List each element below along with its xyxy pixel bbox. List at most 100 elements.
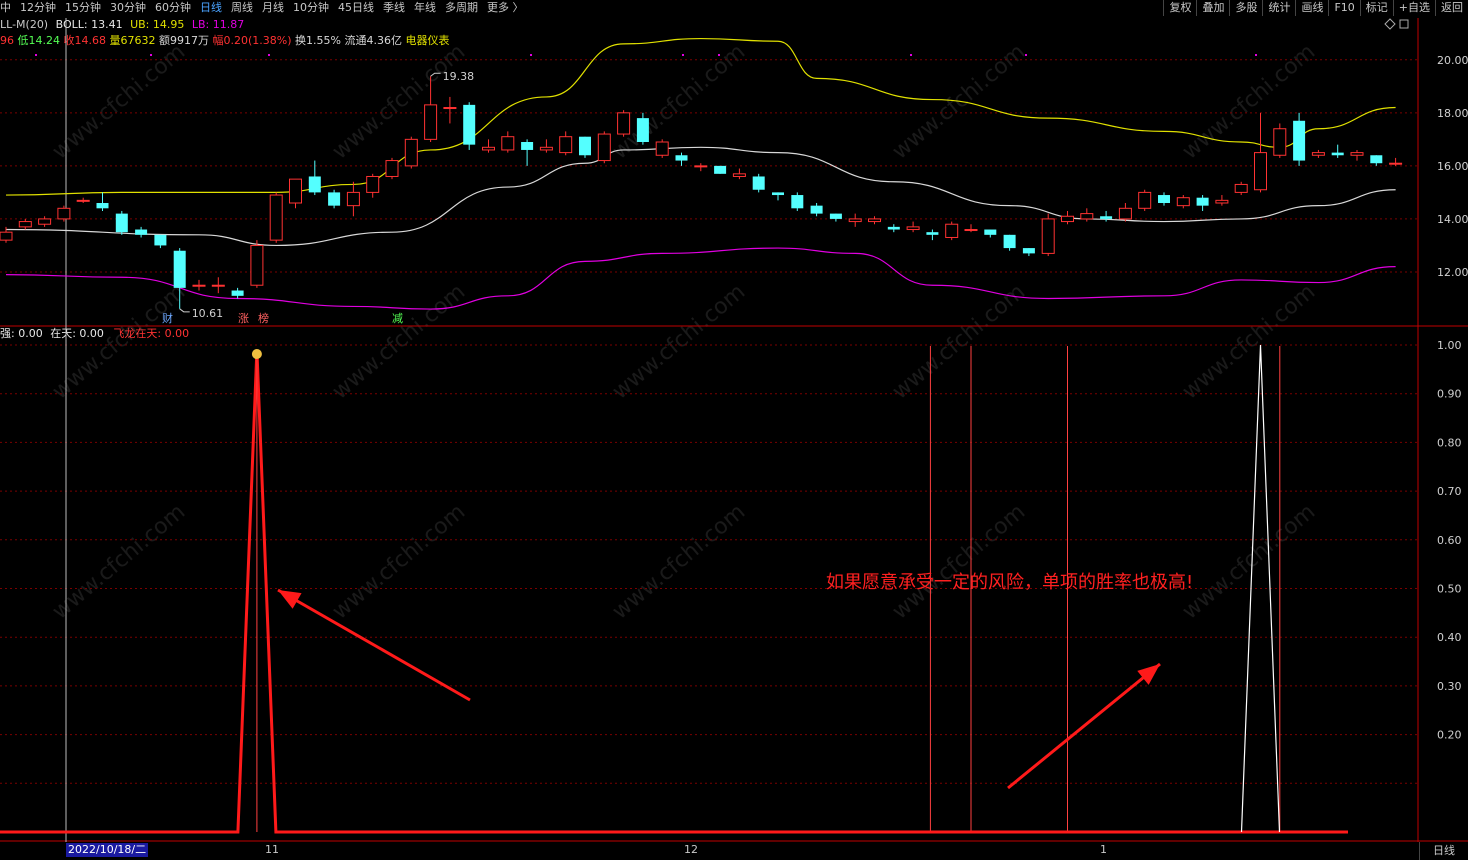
candle-body-up [482,146,495,151]
axis-labels: 20.00 18.00 16.00 14.00 12.00 1.00 0.90 0.80 0.7… [1437,54,1468,742]
candle-body-up [38,218,52,225]
price-tick-label: 18.00 [1437,107,1468,120]
candle-body-up [192,284,206,287]
candle-body-down [810,205,823,214]
low-pointer [179,308,190,313]
candle-body-up [1254,152,1267,191]
arrow-left-head [278,590,302,609]
candle-body-up [559,136,573,154]
candle-body-down [791,195,804,209]
candle-body-up [1138,191,1152,209]
event-dot [682,54,684,56]
candle-body-up [906,226,920,231]
indicator-tick-label: 0.60 [1437,534,1462,547]
candle-body-up [1273,128,1287,156]
candle-body-up [366,175,380,193]
candle-body-down [636,118,649,142]
watermark-layer: www.cfchi.com www.cfchi.com www.cfchi.com w… [48,39,1320,624]
candle-body-down [463,104,476,145]
indicator-tick-label: 0.50 [1437,583,1462,596]
candle-body-up [1215,199,1229,204]
candle-body-up [1389,162,1403,165]
candle-body-down [752,176,765,190]
event-dot [718,54,720,56]
candle-body-up [732,173,746,177]
candle-body-up [424,104,438,140]
candle-body-up [694,165,708,168]
price-tick-label: 16.00 [1437,160,1468,173]
candle-body-down [135,229,148,235]
candle-body-up [76,199,90,202]
watermark-text: www.cfchi.com [888,279,1030,404]
grid-layer [0,59,1418,784]
candle-body-up [1311,152,1325,156]
event-dot [1025,54,1027,56]
high-label: 19.38 [443,70,475,83]
candle-body-down [231,290,244,296]
candle-body-down [772,192,784,196]
indicator-tick-label: 0.70 [1437,485,1462,498]
candle-body-down [1158,195,1170,203]
arrow-right [1007,662,1161,790]
candle-body-down [521,142,534,150]
candle-body-down [1003,234,1016,249]
event-tag-cai: 财 [162,311,173,325]
candle-body-up [1080,213,1094,220]
candle-body-up [1176,197,1190,207]
square-icon [1399,19,1409,29]
indicator-tick-label: 0.20 [1437,729,1462,742]
candle-body-up [269,194,283,241]
candle-body-up [597,133,611,162]
candle-body-up [945,223,959,238]
candle-body-down [984,229,997,235]
event-dot [150,54,152,56]
candle-body-up [964,229,978,232]
watermark-text: www.cfchi.com [608,39,750,164]
watermark-text: www.cfchi.com [608,279,750,404]
candle-body-up [848,218,862,223]
arrow-right-head [1137,664,1160,685]
candle-body-up [1350,152,1364,156]
period-switch-button[interactable]: 日线 [1419,842,1468,860]
event-tag-bang: 榜 [258,311,269,325]
price-tick-label: 12.00 [1437,266,1468,279]
candle-body-up [346,191,360,207]
watermark-text: www.cfchi.com [1178,499,1320,624]
candle-body-down [714,165,727,174]
candle-body-up [1118,207,1132,220]
watermark-text: www.cfchi.com [888,39,1030,164]
candle-body-up [655,141,669,156]
candle-body-down [96,203,109,209]
x-label-jan: 1 [1100,843,1107,856]
candle-body-up [868,218,881,223]
candle-body-up [250,244,264,286]
kline-chart[interactable]: www.cfchi.com www.cfchi.com www.cfchi.com w… [0,0,1468,860]
watermark-text: www.cfchi.com [48,499,190,624]
boll-mid-line [5,146,1396,247]
low-label: 10.61 [192,307,224,320]
candle-body-up [211,284,225,287]
candle-body-down [1100,216,1113,219]
event-dot [35,54,37,56]
candle-body-up [57,207,71,220]
watermark-text: www.cfchi.com [888,499,1030,624]
candle-body-down [1331,152,1344,156]
cursor-date: 2022/10/18/二 [66,843,149,857]
event-dot [268,54,270,56]
diamond-icon [1384,18,1396,30]
candle-body-up [501,136,515,151]
candle-body-up [1234,183,1248,193]
candle-body-up [1041,218,1055,254]
event-tag-jian: 减 [392,312,403,325]
candle-body-up [385,160,399,177]
annotation-text: 如果愿意承受一定的风险，单项的胜率也极高! [826,572,1194,593]
candle-body-down [328,192,341,206]
candle-body-down [173,250,186,288]
candle-body-up [404,138,418,167]
candle-body-up [18,221,32,228]
indicator-tick-label: 0.90 [1437,388,1462,401]
watermark-text: www.cfchi.com [328,279,470,404]
candle-body-down [926,232,939,235]
candle-body-down [675,155,688,161]
x-label-dec: 12 [684,843,698,856]
